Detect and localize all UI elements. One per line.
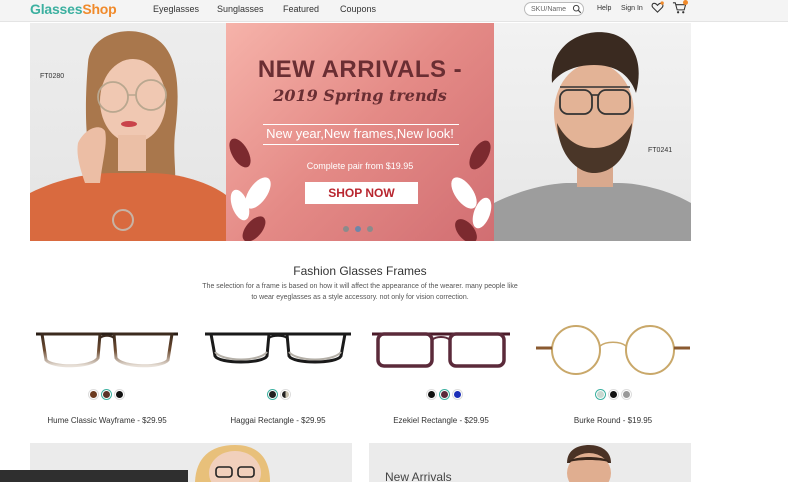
nav-eyeglasses[interactable]: Eyeglasses — [153, 4, 199, 14]
hero-tagline: New year,New frames,New look! — [266, 126, 454, 141]
product-name-hume[interactable]: Hume Classic Wayframe - $29.95 — [22, 416, 192, 425]
color-swatch-burke-1[interactable] — [596, 390, 605, 399]
product-code-left: FT0280 — [40, 73, 65, 80]
hero-divider-bottom — [263, 144, 459, 145]
glasses-image-ezekiel[interactable] — [356, 322, 526, 378]
search-input[interactable] — [531, 5, 571, 14]
heart-icon[interactable] — [651, 1, 664, 14]
nav-coupons[interactable]: Coupons — [340, 4, 376, 14]
section-description-line-2: to wear eyeglasses as a style accessory.… — [251, 294, 469, 301]
cart-badge — [683, 0, 688, 5]
color-swatch-ezekiel-1[interactable] — [427, 390, 436, 399]
hero-price-line: Complete pair from $19.95 — [306, 161, 414, 171]
color-swatch-hume-2[interactable] — [102, 390, 111, 399]
woman-illustration — [30, 31, 226, 241]
color-swatch-burke-3[interactable] — [622, 390, 631, 399]
promo-banner-right[interactable]: New Arrivals — [369, 443, 691, 482]
color-swatch-hume-3[interactable] — [115, 390, 124, 399]
new-arrivals-heading: New Arrivals — [385, 470, 452, 482]
logo-part-shop: Shop — [82, 1, 117, 17]
color-swatch-ezekiel-3[interactable] — [453, 390, 462, 399]
carousel-dot-2[interactable] — [355, 226, 361, 232]
hero-divider-top — [263, 124, 459, 125]
man-model-image — [567, 445, 611, 482]
product-code-right: FT0241 — [648, 147, 673, 154]
search-box — [524, 2, 584, 16]
product-name-burke[interactable]: Burke Round - $19.95 — [528, 416, 698, 425]
glasses-image-haggai[interactable] — [193, 322, 363, 378]
shop-now-button[interactable]: SHOP NOW — [305, 182, 418, 204]
color-swatch-haggai-1[interactable] — [268, 390, 277, 399]
nav-featured[interactable]: Featured — [283, 4, 319, 14]
man-illustration — [494, 32, 691, 241]
glasses-image-burke[interactable] — [528, 322, 698, 378]
help-link[interactable]: Help — [597, 5, 611, 12]
hero-subtitle: 2019 Spring trends — [273, 86, 447, 105]
nav-sunglasses[interactable]: Sunglasses — [217, 4, 264, 14]
section-description: The selection for a frame is based on ho… — [185, 281, 535, 303]
top-header: GlassesShop Eyeglasses Sunglasses Featur… — [0, 0, 788, 22]
carousel-dot-3[interactable] — [367, 226, 373, 232]
leaf-decoration-right — [451, 140, 492, 241]
section-description-line-1: The selection for a frame is based on ho… — [202, 283, 518, 290]
color-swatch-burke-2[interactable] — [609, 390, 618, 399]
carousel-dot-1[interactable] — [343, 226, 349, 232]
product-name-ezekiel[interactable]: Ezekiel Rectangle - $29.95 — [356, 416, 526, 425]
bottom-dark-bar — [0, 470, 188, 482]
section-title: Fashion Glasses Frames — [293, 264, 427, 278]
color-swatch-ezekiel-2[interactable] — [440, 390, 449, 399]
glasses-image-hume[interactable] — [22, 322, 192, 378]
signin-link[interactable]: Sign In — [621, 5, 643, 12]
site-logo[interactable]: GlassesShop — [30, 1, 117, 17]
product-name-haggai[interactable]: Haggai Rectangle - $29.95 — [193, 416, 363, 425]
hero-banner[interactable]: FT0280 FT0241 NEW ARRIVALS - 2019 Spring… — [30, 23, 691, 241]
logo-part-glasses: Glasses — [30, 1, 83, 17]
search-icon[interactable] — [572, 4, 582, 14]
hero-title: NEW ARRIVALS - — [257, 56, 463, 83]
color-swatch-hume-1[interactable] — [89, 390, 98, 399]
color-swatch-haggai-2[interactable] — [281, 390, 290, 399]
hero-model-man — [494, 23, 691, 241]
hero-model-woman — [30, 23, 226, 241]
